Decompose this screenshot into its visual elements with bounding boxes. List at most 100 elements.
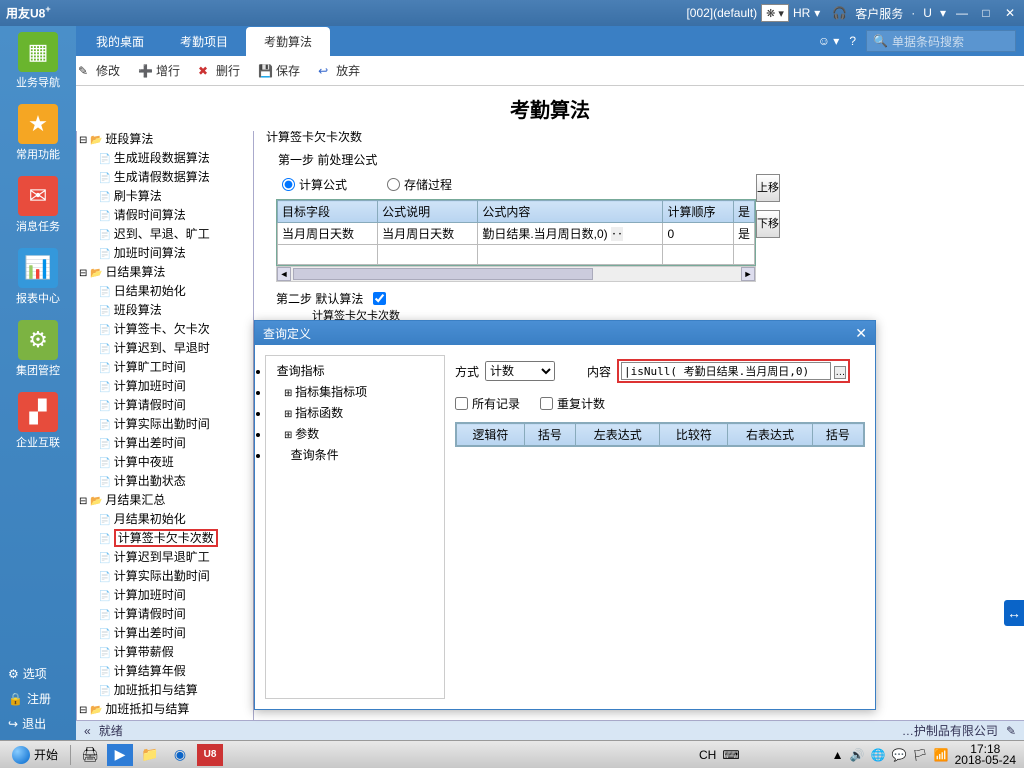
u-dropdown-icon[interactable]: ▾ [940, 6, 946, 20]
tree-node-selected[interactable]: 计算签卡欠卡次数 [114, 529, 218, 547]
delete-row-button[interactable]: ✖删行 [198, 62, 240, 79]
scroll-thumb[interactable] [293, 268, 593, 280]
dialog-close-button[interactable]: ✕ [855, 325, 867, 342]
collapse-icon[interactable]: « [84, 724, 91, 738]
keyboard-icon[interactable]: ⌨ [722, 748, 739, 762]
tree-node[interactable]: 请假时间算法 [114, 208, 186, 222]
tree-node[interactable]: 刷卡算法 [114, 189, 162, 203]
minimize-button[interactable]: — [954, 6, 970, 20]
tab-algorithm[interactable]: 考勤算法 [246, 27, 330, 56]
user-icon[interactable]: ☺ ▾ [818, 34, 840, 48]
formula-grid[interactable]: 目标字段 公式说明 公式内容 计算顺序 是 当月周日天数 当月周日天数 勤日结果… [276, 199, 756, 266]
tree-node[interactable]: 计算带薪假 [114, 645, 174, 659]
cell-content[interactable]: 勤日结果.当月周日数,0) ‥ [478, 223, 663, 245]
cell-target[interactable]: 当月周日天数 [278, 223, 378, 245]
options-link[interactable]: ⚙选项 [0, 661, 76, 686]
scroll-left-icon[interactable]: ◄ [277, 267, 291, 281]
search-box[interactable]: 🔍 单据条码搜索 [866, 30, 1016, 52]
col-lexpr[interactable]: 左表达式 [576, 424, 660, 446]
tray-icon[interactable]: 🏳 [912, 748, 927, 762]
tree-node[interactable]: 迟到、早退、旷工 [114, 227, 210, 241]
col-target[interactable]: 目标字段 [278, 201, 378, 223]
dlg-tree-node[interactable]: 参数 [270, 423, 440, 444]
u-menu[interactable]: U [923, 6, 932, 20]
dup-count-checkbox[interactable]: 重复计数 [540, 395, 605, 412]
task-icon-teamviewer[interactable]: ◉ [167, 744, 193, 766]
sidebar-item-fav[interactable]: ★常用功能 [6, 104, 70, 162]
condition-grid[interactable]: 逻辑符 括号 左表达式 比较符 右表达式 括号 [455, 422, 865, 447]
tree-node[interactable]: 计算出勤状态 [114, 474, 186, 488]
tray-icon[interactable]: ▲ [832, 748, 844, 762]
col-lparen[interactable]: 括号 [524, 424, 575, 446]
tree-node[interactable]: 计算加班时间 [114, 379, 186, 393]
radio-proc-input[interactable] [387, 178, 400, 191]
sidebar-item-nav[interactable]: ▦业务导航 [6, 32, 70, 90]
tree-node[interactable]: 计算迟到早退旷工 [114, 550, 210, 564]
dialog-tree[interactable]: 查询指标 指标集指标项 指标函数 参数 查询条件 [265, 355, 445, 699]
cell-end[interactable]: 是 [733, 223, 754, 245]
tree-node[interactable]: 加班抵扣与结算 [114, 683, 198, 697]
edit-status-icon[interactable]: ✎ [1006, 724, 1016, 738]
dlg-tree-node[interactable]: 查询指标 [270, 360, 440, 381]
hr-dropdown-icon[interactable]: ▾ [814, 6, 820, 20]
content-browse-button[interactable]: … [834, 366, 846, 379]
tree-node[interactable]: 班段算法 [105, 132, 153, 146]
tray-icon[interactable]: 💬 [891, 748, 906, 762]
tree-node[interactable]: 计算实际出勤时间 [114, 417, 210, 431]
radio-proc[interactable]: 存储过程 [387, 176, 452, 193]
col-cmp[interactable]: 比较符 [660, 424, 728, 446]
col-rexpr[interactable]: 右表达式 [728, 424, 812, 446]
taskbar-clock[interactable]: 17:18 2018-05-24 [955, 744, 1016, 766]
tab-desktop[interactable]: 我的桌面 [78, 27, 162, 56]
tree-node[interactable]: 计算请假时间 [114, 398, 186, 412]
col-content[interactable]: 公式内容 [478, 201, 663, 223]
tree-node[interactable]: 计算出差时间 [114, 436, 186, 450]
customer-service-link[interactable]: 客户服务 [855, 5, 903, 22]
save-button[interactable]: 💾保存 [258, 62, 300, 79]
help-icon[interactable]: ? [849, 34, 856, 48]
method-select[interactable]: 计数 [485, 361, 555, 381]
sidebar-item-group[interactable]: ⚙集团管控 [6, 320, 70, 378]
tree-node[interactable]: 计算中夜班 [114, 455, 174, 469]
tree-node[interactable]: 月结果汇总 [105, 493, 165, 507]
tree-node[interactable]: 生成班段数据算法 [114, 151, 210, 165]
all-records-checkbox[interactable]: 所有记录 [455, 395, 520, 412]
task-icon-explorer[interactable]: 📁 [137, 744, 163, 766]
register-link[interactable]: 🔒注册 [0, 686, 76, 711]
tree-node[interactable]: 月结果初始化 [114, 512, 186, 526]
edit-button[interactable]: ✎修改 [78, 62, 120, 79]
col-desc[interactable]: 公式说明 [378, 201, 478, 223]
sidebar-item-msg[interactable]: ✉消息任务 [6, 176, 70, 234]
tree-panel[interactable]: 班段算法 生成班段数据算法 生成请假数据算法 刷卡算法 请假时间算法 迟到、早退… [76, 126, 254, 760]
tab-project[interactable]: 考勤项目 [162, 27, 246, 56]
col-order[interactable]: 计算顺序 [663, 201, 734, 223]
close-button[interactable]: ✕ [1002, 6, 1018, 20]
col-end[interactable]: 是 [733, 201, 754, 223]
tree-node[interactable]: 计算请假时间 [114, 607, 186, 621]
move-up-button[interactable]: 上移 [756, 174, 780, 202]
context-combo[interactable]: ❋ ▾ [761, 4, 789, 22]
start-button[interactable]: 开始 [4, 744, 66, 766]
task-icon-u8[interactable]: U8 [197, 744, 223, 766]
tree-node[interactable]: 生成请假数据算法 [114, 170, 210, 184]
tree-node[interactable]: 日结果初始化 [114, 284, 186, 298]
tree-node[interactable]: 计算旷工时间 [114, 360, 186, 374]
tree-node[interactable]: 日结果算法 [105, 265, 165, 279]
hscrollbar[interactable]: ◄ ► [276, 266, 756, 282]
grid-row[interactable]: 当月周日天数 当月周日天数 勤日结果.当月周日数,0) ‥ 0 是 [278, 223, 755, 245]
tray-icon[interactable]: 🌐 [871, 748, 886, 762]
sidebar-item-enterprise[interactable]: ▞企业互联 [6, 392, 70, 450]
tree-node[interactable]: 班段算法 [114, 303, 162, 317]
col-logic[interactable]: 逻辑符 [457, 424, 525, 446]
tree-node[interactable]: 加班抵扣与结算 [105, 702, 189, 716]
cell-desc[interactable]: 当月周日天数 [378, 223, 478, 245]
scroll-right-icon[interactable]: ► [741, 267, 755, 281]
content-input[interactable] [621, 362, 831, 380]
exit-link[interactable]: ↪退出 [0, 711, 76, 736]
cell-order[interactable]: 0 [663, 223, 734, 245]
tree-node[interactable]: 计算结算年假 [114, 664, 186, 678]
ellipsis-button[interactable]: ‥ [611, 227, 623, 241]
radio-formula[interactable]: 计算公式 [282, 176, 347, 193]
sidebar-item-report[interactable]: 📊报表中心 [6, 248, 70, 306]
tree-node[interactable]: 计算出差时间 [114, 626, 186, 640]
